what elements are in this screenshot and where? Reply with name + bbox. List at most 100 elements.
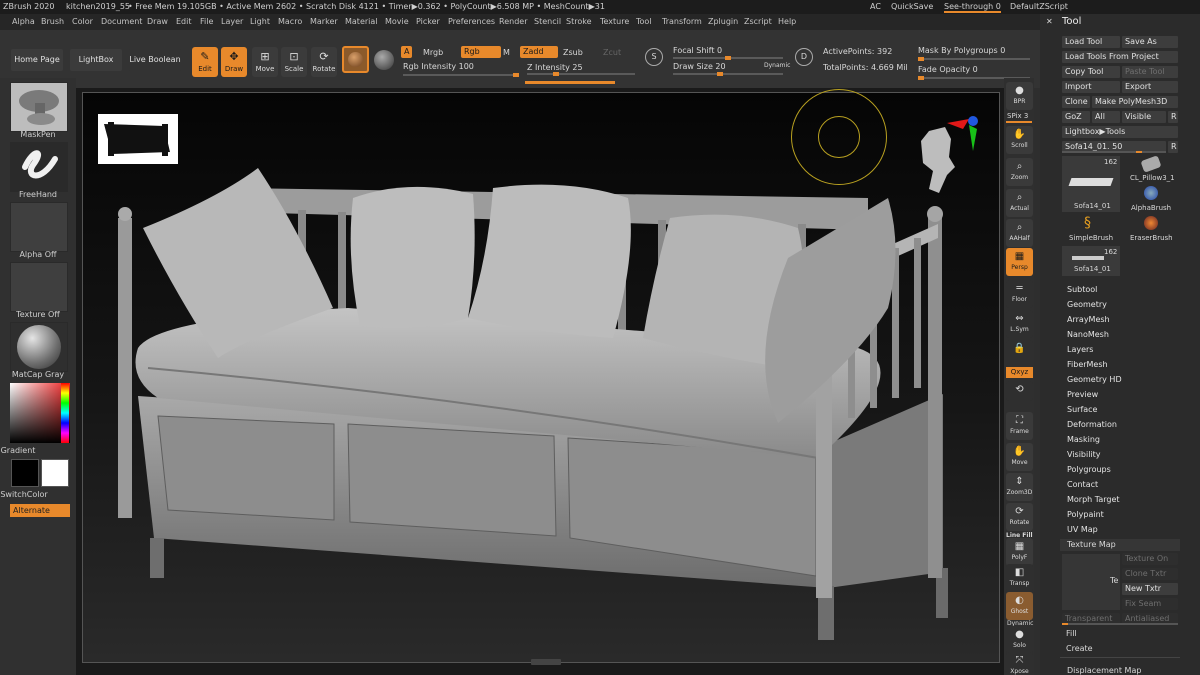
alternate-button[interactable]: Alternate <box>10 504 70 517</box>
menu-texture[interactable]: Texture <box>600 17 629 26</box>
zcut-toggle[interactable]: Zcut <box>603 48 621 57</box>
mask-by-polygroups-slider[interactable] <box>918 57 1030 61</box>
create-button[interactable]: Create <box>1066 644 1093 653</box>
subpalette-layers[interactable]: Layers <box>1067 345 1093 354</box>
menu-stencil[interactable]: Stencil <box>534 17 561 26</box>
menu-draw[interactable]: Draw <box>147 17 168 26</box>
texture-picker[interactable] <box>10 262 68 312</box>
goz-button[interactable]: GoZ <box>1062 111 1090 123</box>
clone-button[interactable]: Clone <box>1062 96 1090 108</box>
copy-tool-button[interactable]: Copy Tool <box>1062 66 1120 78</box>
menu-tool[interactable]: Tool <box>636 17 652 26</box>
menu-file[interactable]: File <box>200 17 213 26</box>
menu-marker[interactable]: Marker <box>310 17 338 26</box>
tool-thumb-alphabrush[interactable]: AlphaBrush <box>1124 186 1180 214</box>
gradient-label[interactable]: Gradient <box>0 446 56 455</box>
fill-button[interactable]: Fill <box>1066 629 1077 638</box>
menu-document[interactable]: Document <box>101 17 142 26</box>
zsub-toggle[interactable]: Zsub <box>563 48 583 57</box>
export-button[interactable]: Export <box>1122 81 1178 93</box>
menu-picker[interactable]: Picker <box>416 17 440 26</box>
hue-strip[interactable] <box>61 383 69 443</box>
menu-macro[interactable]: Macro <box>278 17 302 26</box>
rgb-intensity-slider[interactable] <box>403 73 519 77</box>
subpalette-geometry[interactable]: Geometry <box>1067 300 1107 309</box>
lsym-button[interactable]: ⇔ L.Sym <box>1006 310 1033 338</box>
menu-movie[interactable]: Movie <box>385 17 409 26</box>
tool-thumb-eraserbrush[interactable]: EraserBrush <box>1124 216 1180 244</box>
menu-render[interactable]: Render <box>499 17 527 26</box>
xpose-button[interactable]: ⤧ Xpose <box>1006 652 1033 675</box>
scroll-button[interactable]: ✋ Scroll <box>1006 126 1033 154</box>
subpalette-geometry-hd[interactable]: Geometry HD <box>1067 375 1122 384</box>
subpalette-uv-map[interactable]: UV Map <box>1067 525 1098 534</box>
secondary-color-swatch[interactable] <box>11 459 39 487</box>
subpalette-contact[interactable]: Contact <box>1067 480 1098 489</box>
xyz-button[interactable]: Qxyz <box>1006 367 1033 378</box>
actual-button[interactable]: ⌕ Actual <box>1006 189 1033 217</box>
subpalette-fibermesh[interactable]: FiberMesh <box>1067 360 1108 369</box>
default-zscript-button[interactable]: DefaultZScript <box>1010 2 1068 11</box>
bpr-button[interactable]: ● BPR <box>1006 82 1033 110</box>
canvas-scroll-handle[interactable] <box>531 659 561 665</box>
subpalette-surface[interactable]: Surface <box>1067 405 1097 414</box>
move-view-button[interactable]: ✋ Move <box>1006 443 1033 471</box>
goz-visible-button[interactable]: Visible <box>1122 111 1166 123</box>
solo-button[interactable]: ● Solo <box>1006 626 1033 654</box>
quicksave-button[interactable]: QuickSave <box>891 2 933 11</box>
menu-material[interactable]: Material <box>345 17 378 26</box>
alpha-picker[interactable] <box>10 202 68 252</box>
tool-palette-title[interactable]: Tool <box>1062 16 1081 27</box>
menu-brush[interactable]: Brush <box>41 17 64 26</box>
menu-transform[interactable]: Transform <box>662 17 702 26</box>
edit-mode-button[interactable]: ✎ Edit <box>192 47 218 77</box>
main-color-swatch[interactable] <box>41 459 69 487</box>
aahalf-button[interactable]: ⌕ AAHalf <box>1006 219 1033 247</box>
close-palette-icon[interactable]: ✕ <box>1046 17 1053 26</box>
move-mode-button[interactable]: ⊞ Move <box>252 47 278 77</box>
subpalette-deformation[interactable]: Deformation <box>1067 420 1117 429</box>
lightbox-tools-button[interactable]: Lightbox▶Tools <box>1062 126 1178 138</box>
new-txtr-button[interactable]: New Txtr <box>1122 583 1178 595</box>
lightbox-button[interactable]: LightBox <box>70 49 122 71</box>
rgb-toggle[interactable]: Rgb <box>461 46 501 58</box>
menu-color[interactable]: Color <box>72 17 93 26</box>
subpalette-masking[interactable]: Masking <box>1067 435 1100 444</box>
rotate-mode-button[interactable]: ⟳ Rotate <box>311 47 337 77</box>
subpalette-arraymesh[interactable]: ArrayMesh <box>1067 315 1110 324</box>
menu-zplugin[interactable]: Zplugin <box>708 17 738 26</box>
rotate-axis-icons[interactable]: ⟲ <box>1006 381 1033 401</box>
zoom3d-button[interactable]: ⇕ Zoom3D <box>1006 473 1033 501</box>
focal-shift-slider[interactable] <box>673 56 783 60</box>
import-button[interactable]: Import <box>1062 81 1120 93</box>
fix-seam-button[interactable]: Fix Seam <box>1122 598 1178 610</box>
current-tool-r-button[interactable]: R <box>1168 141 1178 153</box>
texture-map-preview[interactable]: Te <box>1062 554 1120 610</box>
color-sphere-icon[interactable] <box>374 50 394 70</box>
zoom-button[interactable]: ⌕ Zoom <box>1006 158 1033 186</box>
s-brush-mode-icon[interactable]: S <box>645 48 663 66</box>
subpalette-nanomesh[interactable]: NanoMesh <box>1067 330 1109 339</box>
navigator-thumbnail[interactable] <box>98 114 178 164</box>
subpalette-preview[interactable]: Preview <box>1067 390 1098 399</box>
subpalette-polygroups[interactable]: Polygroups <box>1067 465 1111 474</box>
menu-layer[interactable]: Layer <box>221 17 243 26</box>
zadd-toggle[interactable]: Zadd <box>520 46 558 58</box>
spix-slider[interactable]: SPix 3 <box>1007 112 1028 120</box>
tool-thumb-sofa-2[interactable]: 162 Sofa14_01 <box>1062 246 1120 276</box>
load-tools-from-project-button[interactable]: Load Tools From Project <box>1062 51 1178 63</box>
d-brush-mode-icon[interactable]: D <box>795 48 813 66</box>
m-toggle[interactable]: M <box>503 48 510 57</box>
subpalette-morph-target[interactable]: Morph Target <box>1067 495 1120 504</box>
save-as-button[interactable]: Save As <box>1122 36 1178 48</box>
clone-txtr-button[interactable]: Clone Txtr <box>1122 568 1178 580</box>
tool-thumb-simplebrush[interactable]: § SimpleBrush <box>1062 216 1120 244</box>
ac-button[interactable]: AC <box>870 2 881 11</box>
floor-button[interactable]: ═ Floor <box>1006 280 1033 308</box>
texture-map-header[interactable]: Texture Map <box>1060 539 1180 551</box>
menu-alpha[interactable]: Alpha <box>12 17 35 26</box>
menu-preferences[interactable]: Preferences <box>448 17 495 26</box>
material-picker[interactable] <box>10 322 68 372</box>
scale-mode-button[interactable]: ⊡ Scale <box>281 47 307 77</box>
stroke-picker[interactable] <box>10 142 68 192</box>
